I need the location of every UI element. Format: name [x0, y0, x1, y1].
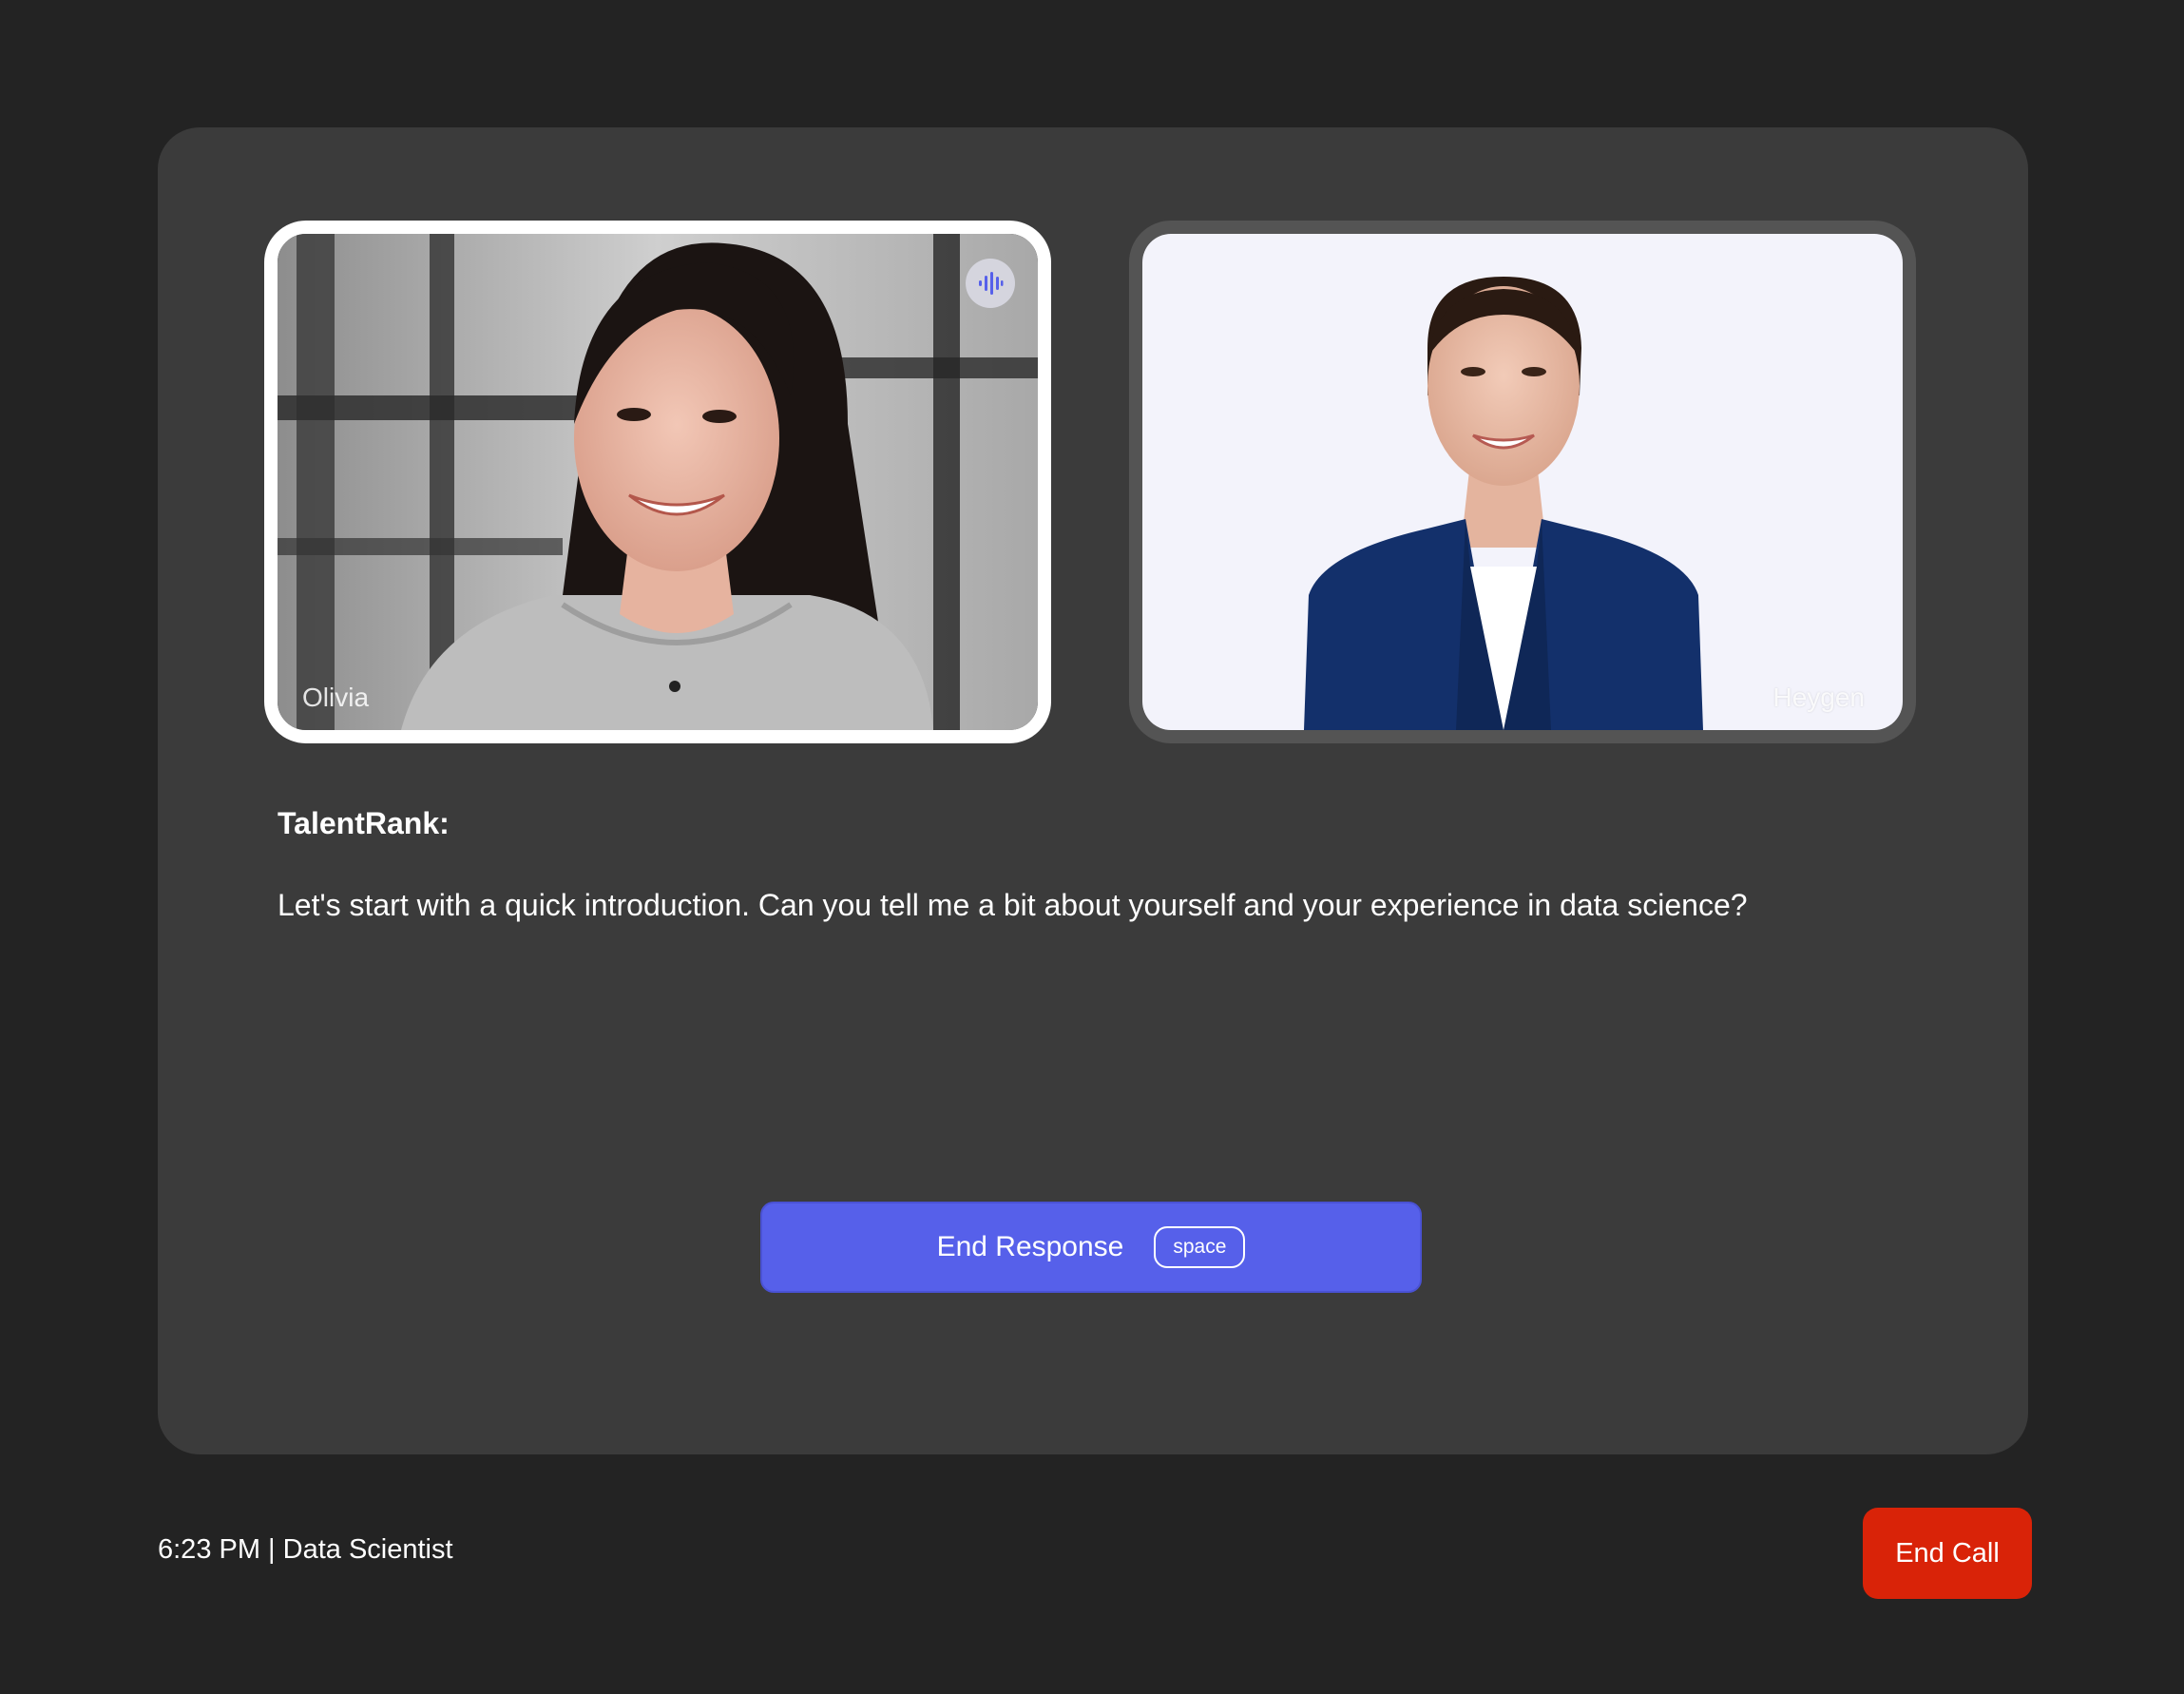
interviewer-avatar-tile: Heygen [1129, 221, 1916, 743]
end-call-button[interactable]: End Call [1863, 1508, 2032, 1599]
end-response-button[interactable]: End Response space [760, 1202, 1422, 1293]
keyboard-shortcut-badge: space [1154, 1226, 1246, 1268]
transcript-speaker: TalentRank: [278, 806, 450, 840]
call-info: 6:23 PM | Data Scientist [158, 1534, 453, 1565]
interview-panel: Olivia Heygen TalentRank: Let's start wi… [158, 127, 2028, 1454]
transcript-message: Let's start with a quick introduction. C… [278, 888, 1748, 922]
avatar-name-label: Heygen [1772, 683, 1865, 712]
user-video-feed [278, 234, 1038, 730]
audio-waveform-icon [966, 259, 1015, 308]
end-response-label: End Response [936, 1231, 1124, 1262]
participant-name-label: Olivia [302, 683, 370, 712]
interviewer-avatar-feed [1142, 234, 1903, 730]
user-video-tile: Olivia [264, 221, 1051, 743]
